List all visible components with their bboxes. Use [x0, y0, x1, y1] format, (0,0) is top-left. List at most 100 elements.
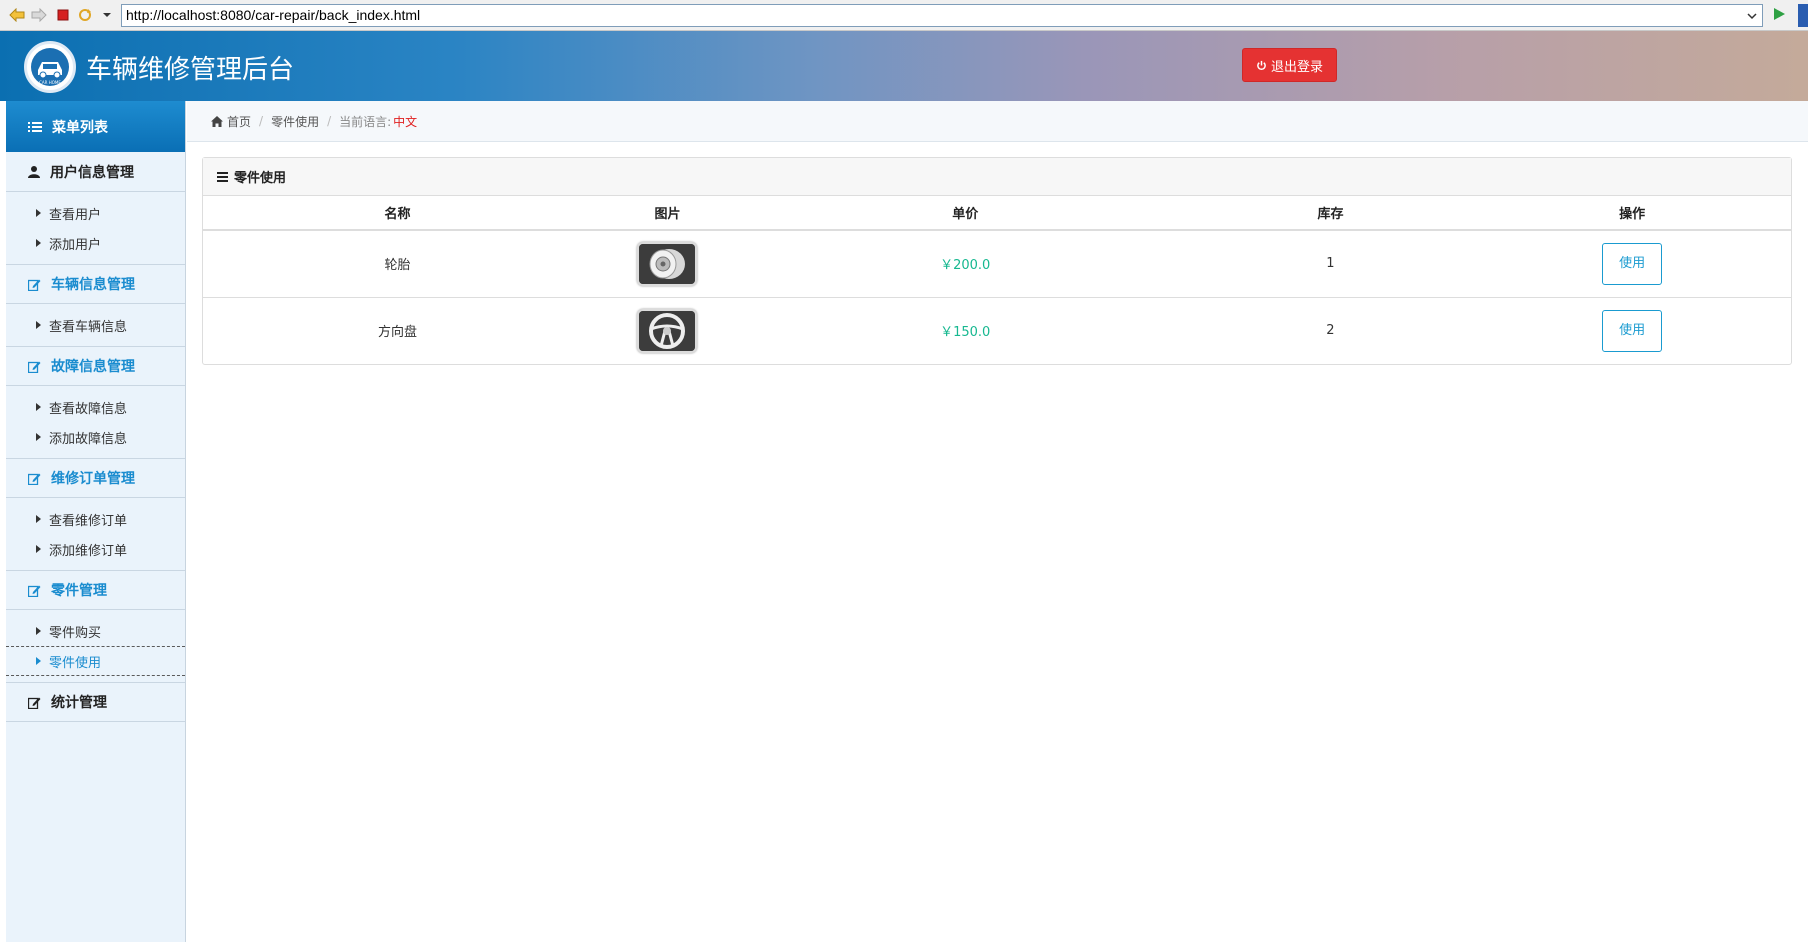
sidebar-item-label: 零件使用	[49, 655, 102, 671]
table-row: 方向盘 ￥150.0 2 使用	[203, 297, 1791, 364]
logout-label: 退出登录	[1270, 59, 1323, 75]
column-header-image: 图片	[592, 196, 743, 231]
back-icon[interactable]	[8, 6, 26, 24]
browser-side-tab[interactable]	[1798, 4, 1808, 27]
caret-right-icon	[36, 657, 41, 665]
sidebar-group-label: 用户信息管理	[50, 164, 134, 181]
caret-right-icon	[36, 239, 41, 247]
sidebar-item-add-user[interactable]: 添加用户	[6, 228, 185, 258]
caret-right-icon	[36, 403, 41, 411]
sidebar-item-parts-purchase[interactable]: 零件购买	[6, 616, 185, 646]
address-bar[interactable]: http://localhost:8080/car-repair/back_in…	[121, 4, 1763, 27]
sidebar-group-statistics[interactable]: 统计管理	[6, 682, 185, 722]
caret-right-icon	[36, 433, 41, 441]
column-header-stock: 库存	[1187, 196, 1474, 231]
part-name: 轮胎	[203, 230, 593, 298]
address-dropdown-icon[interactable]	[1744, 5, 1760, 26]
caret-right-icon	[36, 321, 41, 329]
logo: CAR HOME	[24, 41, 76, 93]
sidebar-group-parts[interactable]: 零件管理	[6, 570, 185, 610]
chevron-down-icon[interactable]	[98, 6, 116, 24]
part-price: ￥200.0	[742, 230, 1188, 298]
bars-icon	[217, 171, 228, 182]
sidebar-item-label: 查看维修订单	[49, 513, 128, 529]
sidebar-item-add-fault[interactable]: 添加故障信息	[6, 422, 185, 452]
parts-usage-panel: 零件使用 名称 图片 单价 库存 操作 轮胎 ￥200.0 1 使用 方向盘 ￥…	[202, 157, 1792, 365]
language-value[interactable]: 中文	[393, 113, 417, 130]
sidebar-group-label: 统计管理	[51, 695, 107, 711]
sidebar-heading-label: 菜单列表	[52, 119, 108, 136]
power-icon	[1257, 60, 1266, 70]
panel-title: 零件使用	[234, 171, 287, 186]
edit-icon	[28, 361, 41, 373]
sidebar: 菜单列表 用户信息管理 查看用户 添加用户 车辆信息管理 查看车辆信息 故障信息…	[6, 101, 186, 942]
caret-right-icon	[36, 545, 41, 553]
sidebar-group-label: 零件管理	[51, 583, 107, 599]
sidebar-item-label: 查看故障信息	[49, 401, 128, 417]
sidebar-item-view-users[interactable]: 查看用户	[6, 198, 185, 228]
tire-icon	[637, 241, 698, 286]
sidebar-item-label: 查看车辆信息	[49, 319, 128, 335]
column-header-action: 操作	[1473, 196, 1791, 231]
caret-right-icon	[36, 515, 41, 523]
browser-toolbar: http://localhost:8080/car-repair/back_in…	[0, 0, 1808, 31]
logout-button[interactable]: 退出登录	[1242, 48, 1337, 82]
use-part-button[interactable]: 使用	[1602, 242, 1663, 285]
address-url: http://localhost:8080/car-repair/back_in…	[126, 7, 421, 23]
user-icon	[28, 166, 40, 178]
caret-right-icon	[36, 627, 41, 635]
stop-icon[interactable]	[54, 6, 72, 24]
parts-table: 名称 图片 单价 库存 操作 轮胎 ￥200.0 1 使用 方向盘 ￥150.0…	[203, 196, 1791, 364]
panel-heading: 零件使用	[203, 158, 1791, 196]
home-icon	[211, 115, 223, 127]
edit-icon	[28, 697, 41, 709]
car-logo-icon: CAR HOME	[31, 48, 69, 86]
part-price: ￥150.0	[940, 325, 991, 341]
steering-wheel-icon	[637, 308, 698, 353]
use-part-button[interactable]: 使用	[1602, 309, 1663, 352]
sidebar-item-label: 添加用户	[49, 237, 102, 253]
table-header-row: 名称 图片 单价 库存 操作	[203, 196, 1791, 231]
sidebar-item-label: 添加故障信息	[49, 431, 128, 447]
list-icon	[28, 121, 42, 132]
sidebar-item-view-vehicles[interactable]: 查看车辆信息	[6, 310, 185, 340]
part-action-cell: 使用	[1473, 297, 1791, 364]
edit-icon	[28, 279, 41, 291]
sidebar-group-fault[interactable]: 故障信息管理	[6, 346, 185, 386]
breadcrumb: 首页 / 零件使用 / 当前语言: 中文	[187, 101, 1808, 142]
app-header: CAR HOME 车辆维修管理后台 退出登录	[0, 31, 1808, 101]
sidebar-heading: 菜单列表	[6, 101, 185, 152]
part-stock: 2	[1326, 323, 1335, 339]
sidebar-item-view-faults[interactable]: 查看故障信息	[6, 392, 185, 422]
column-header-price: 单价	[742, 196, 1188, 231]
go-icon[interactable]	[1771, 6, 1789, 24]
edit-icon	[28, 585, 41, 597]
sidebar-group-vehicle[interactable]: 车辆信息管理	[6, 264, 185, 304]
part-image-cell	[592, 297, 743, 364]
sidebar-item-label: 零件购买	[49, 625, 102, 641]
sidebar-item-label: 查看用户	[49, 207, 102, 223]
part-image-cell	[592, 230, 743, 298]
breadcrumb-current: 零件使用	[271, 114, 320, 129]
breadcrumb-separator: /	[327, 114, 332, 128]
sidebar-item-view-orders[interactable]: 查看维修订单	[6, 504, 185, 534]
sidebar-item-add-order[interactable]: 添加维修订单	[6, 534, 185, 564]
breadcrumb-separator: /	[259, 114, 264, 128]
sidebar-item-parts-usage[interactable]: 零件使用	[6, 646, 185, 676]
sidebar-item-label: 添加维修订单	[49, 543, 128, 559]
sidebar-group-label: 车辆信息管理	[51, 277, 135, 293]
forward-icon[interactable]	[30, 6, 48, 24]
part-name: 方向盘	[378, 325, 418, 341]
table-row: 轮胎 ￥200.0 1 使用	[203, 230, 1791, 298]
logo-text: CAR HOME	[39, 80, 61, 85]
breadcrumb-home[interactable]: 首页	[227, 113, 251, 130]
app-title: 车辆维修管理后台	[86, 55, 295, 85]
part-action-cell: 使用	[1473, 230, 1791, 298]
sidebar-group-user[interactable]: 用户信息管理	[6, 152, 185, 192]
sidebar-group-repair-order[interactable]: 维修订单管理	[6, 458, 185, 498]
column-header-name: 名称	[203, 196, 593, 231]
edit-icon	[28, 473, 41, 485]
sidebar-group-label: 维修订单管理	[51, 471, 135, 487]
part-stock: 1	[1187, 230, 1474, 298]
refresh-icon[interactable]	[76, 6, 94, 24]
